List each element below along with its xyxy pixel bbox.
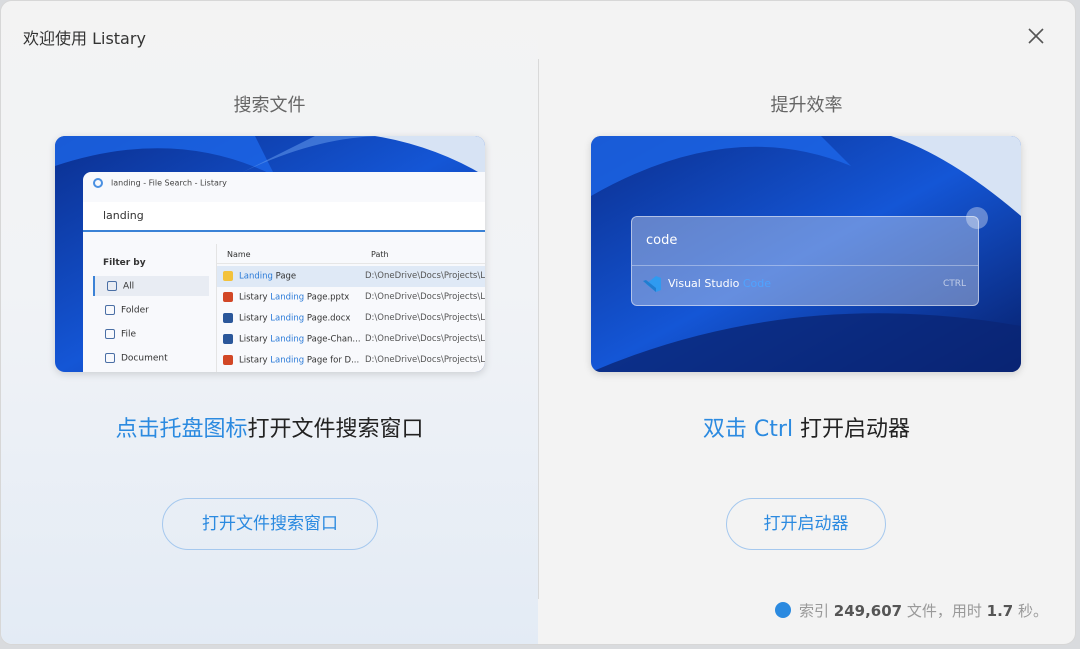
fs-result-row: Listary Landing Page.pptx D:\OneDrive\Doc…	[217, 287, 485, 308]
fs-search-input: landing	[83, 202, 485, 232]
file-icon	[105, 329, 115, 339]
launcher-caption: 双击 Ctrl 打开启动器	[538, 411, 1075, 443]
launcher-query: code	[646, 233, 678, 248]
file-search-caption: 点击托盘图标打开文件搜索窗口	[1, 411, 538, 443]
docx-icon	[223, 334, 233, 344]
open-file-search-button[interactable]: 打开文件搜索窗口	[162, 498, 378, 550]
arrow-icon	[966, 207, 988, 229]
launcher-preview: code Visual Studio Code CTRL	[591, 136, 1021, 372]
fs-result-path: D:\OneDrive\Docs\Projects\Lista	[365, 334, 485, 344]
grid-icon	[107, 281, 117, 291]
file-search-preview: landing - File Search - Listary landing …	[55, 136, 485, 372]
panel-divider	[538, 59, 539, 599]
fs-column-headers: Name Path	[217, 244, 485, 264]
fs-result-path: D:\OneDrive\Docs\Projects\Lista	[365, 313, 485, 323]
fs-result-path: D:\OneDrive\Docs\Projects\Lista	[365, 271, 485, 281]
fs-result-path: D:\OneDrive\Docs\Projects\Lista	[365, 292, 485, 302]
document-icon	[105, 353, 115, 363]
file-search-window-mock: landing - File Search - Listary landing …	[83, 172, 485, 372]
fs-filter-document: Document	[93, 348, 209, 368]
fs-result-row: Listary Landing Page for D... D:\OneDrive…	[217, 350, 485, 371]
fs-result-row: Landing PageD:\OneDrive\Docs\Projects\Li…	[217, 266, 485, 287]
fs-col-path: Path	[371, 250, 389, 259]
welcome-window: 欢迎使用 Listary 搜索文件 landing - File Search …	[0, 0, 1076, 645]
close-icon[interactable]	[1021, 21, 1051, 51]
caption-highlight: 双击 Ctrl	[702, 417, 794, 442]
fs-titlebar: landing - File Search - Listary	[93, 178, 227, 188]
caption-rest: 打开启动器	[793, 417, 911, 442]
index-time: 1.7	[986, 602, 1014, 620]
fs-result-row: Listary Landing Page.docx D:\OneDrive\Doc…	[217, 308, 485, 329]
fs-col-name: Name	[227, 250, 251, 259]
launcher-result: Visual Studio Code	[668, 277, 772, 290]
caption-highlight: 点击托盘图标	[115, 417, 248, 442]
window-title: 欢迎使用 Listary	[23, 29, 146, 48]
file-search-heading: 搜索文件	[233, 95, 306, 116]
index-status: 索引 249,607 文件，用时 1.7 秒。	[775, 600, 1048, 621]
folder-icon	[223, 271, 233, 281]
check-circle-icon	[775, 601, 791, 618]
fs-filter-all: All	[93, 276, 209, 296]
fs-result-path: D:\OneDrive\Docs\Projects\Lista	[365, 355, 485, 365]
launcher-separator	[632, 265, 978, 266]
folder-icon	[105, 305, 115, 315]
fs-filter-sidebar: Filter by All Folder File Document	[83, 244, 217, 372]
docx-icon	[223, 313, 233, 323]
fs-filter-label: Filter by	[103, 258, 146, 268]
launcher-mock: code Visual Studio Code CTRL	[631, 207, 988, 306]
indexed-file-count: 249,607	[833, 602, 903, 620]
fs-result-row: Listary Landing Page-Chan... D:\OneDrive\…	[217, 329, 485, 350]
fs-filter-file: File	[93, 324, 209, 344]
listary-logo-icon	[93, 178, 103, 188]
launcher-hint: CTRL	[942, 279, 966, 289]
pptx-icon	[223, 292, 233, 302]
fs-filter-folder: Folder	[93, 300, 209, 320]
productivity-heading: 提升效率	[770, 95, 843, 116]
fs-window-title: landing - File Search - Listary	[111, 178, 227, 188]
caption-rest: 打开文件搜索窗口	[247, 417, 424, 442]
open-launcher-button[interactable]: 打开启动器	[726, 498, 886, 550]
pptx-icon	[223, 355, 233, 365]
vscode-icon	[643, 276, 661, 292]
